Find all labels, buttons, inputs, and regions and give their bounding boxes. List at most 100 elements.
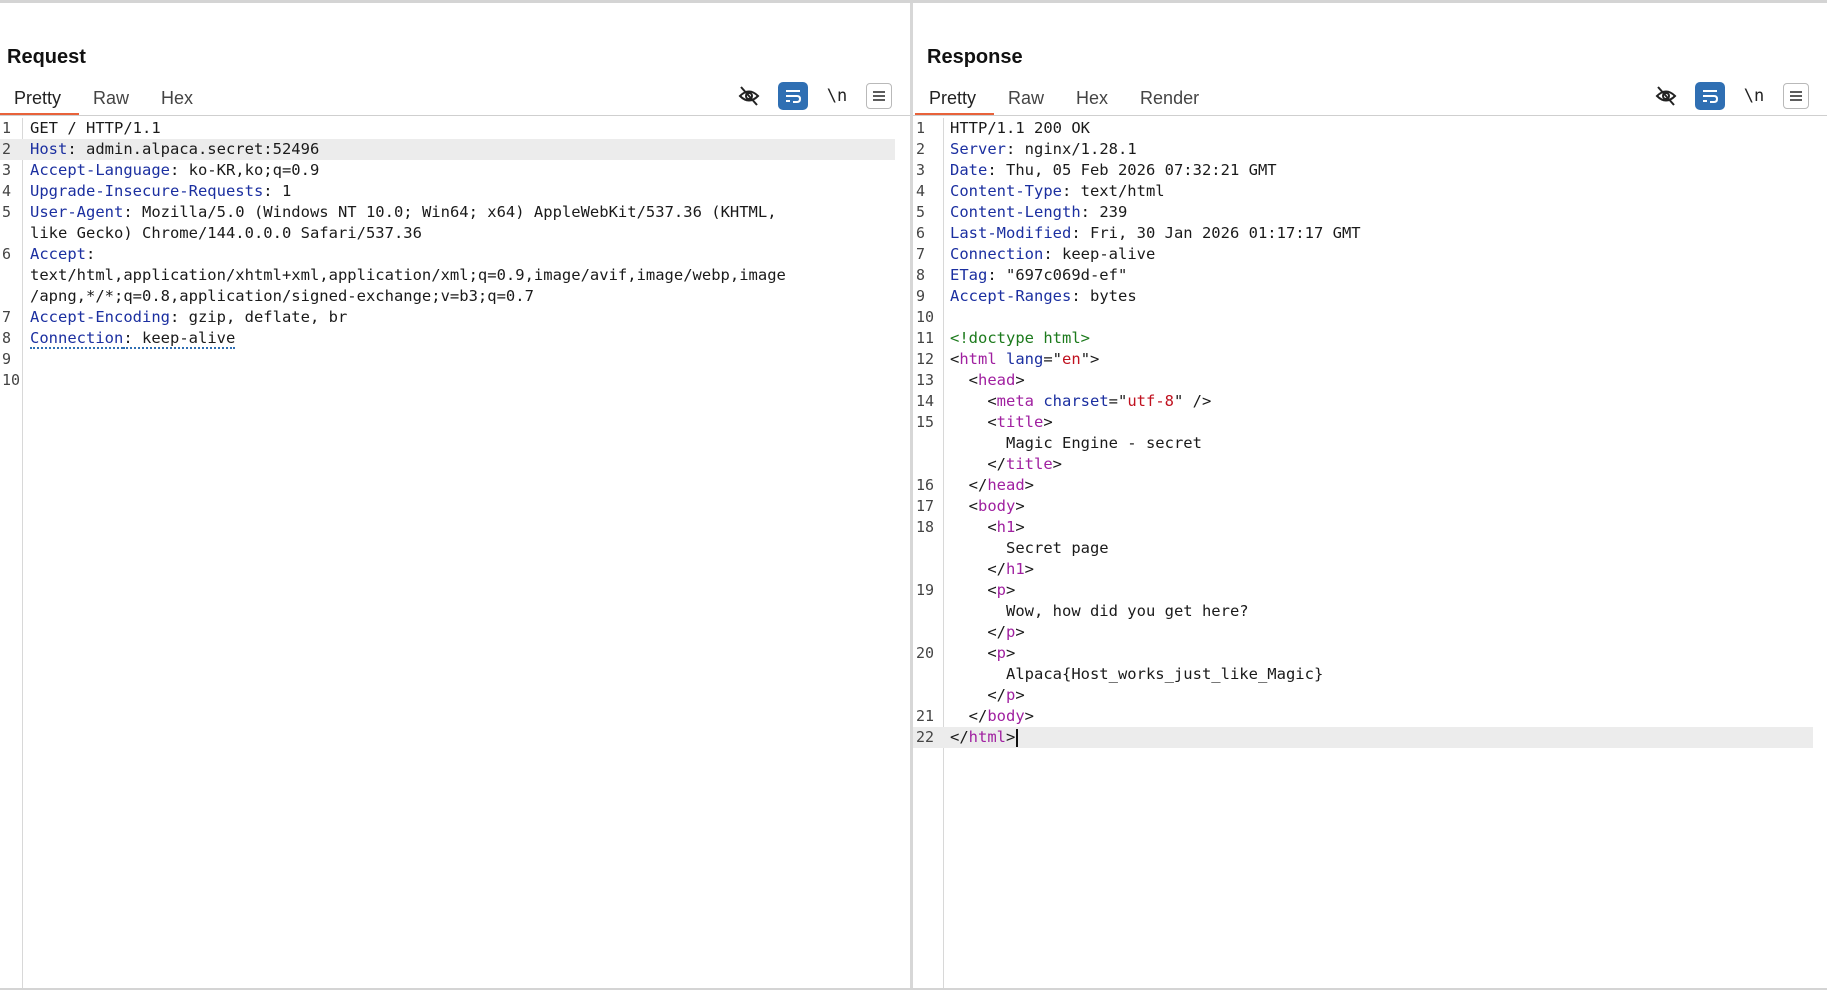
code-token: p	[1006, 686, 1016, 704]
code-token: </	[950, 686, 1006, 704]
code-token: Content-Type	[950, 182, 1062, 200]
line-number: 7	[916, 245, 926, 263]
line-number: 1	[2, 119, 12, 137]
response-tab-hex[interactable]: Hex	[1062, 83, 1126, 116]
code-line: 2 Server: nginx/1.28.1	[913, 139, 1827, 160]
code-token: : ko-KR,ko;q=0.9	[169, 161, 320, 179]
code-token: >	[1024, 707, 1034, 725]
code-line: 7 Connection: keep-alive	[913, 244, 1827, 265]
code-token: /apng,*/*;q=0.8,application/signed-excha…	[30, 287, 534, 305]
code-token: : bytes	[1071, 287, 1137, 305]
code-token: Accept-Encoding	[30, 308, 170, 326]
code-line: 2 Host: admin.alpaca.secret:52496	[0, 139, 895, 160]
response-tab-render[interactable]: Render	[1126, 83, 1217, 116]
code-token: >	[1015, 518, 1025, 536]
menu-icon[interactable]	[1783, 83, 1809, 109]
code-token: title	[1006, 455, 1053, 473]
line-number: 20	[916, 644, 935, 662]
line-number: 5	[916, 203, 926, 221]
word-wrap-icon[interactable]	[1695, 82, 1725, 110]
code-line: 15 <title>	[913, 412, 1827, 433]
code-token: : admin.alpaca.secret:52496	[67, 140, 320, 158]
code-token: Host	[30, 140, 68, 158]
code-line: Secret page	[913, 538, 1827, 559]
line-number: 21	[916, 707, 935, 725]
code-token: Accept-Language	[30, 161, 170, 179]
code-token: p	[1006, 623, 1016, 641]
response-title: Response	[927, 46, 1023, 68]
code-token: meta	[996, 392, 1034, 410]
code-line: 20 <p>	[913, 643, 1827, 664]
code-line: 8 ETag: "697c069d-ef"	[913, 265, 1827, 286]
code-line: text/html,application/xhtml+xml,applicat…	[0, 265, 911, 286]
code-token: html	[968, 728, 1006, 746]
code-line: 21 </body>	[913, 706, 1827, 727]
code-token: >	[1006, 581, 1016, 599]
code-token: >	[1015, 686, 1025, 704]
request-tab-hex[interactable]: Hex	[147, 83, 211, 116]
hide-eye-icon[interactable]	[1651, 82, 1681, 110]
line-number: 5	[2, 203, 12, 221]
code-line: 16 </head>	[913, 475, 1827, 496]
code-token: p	[996, 644, 1007, 662]
code-token: like Gecko) Chrome/144.0.0.0 Safari/537.…	[30, 224, 422, 242]
newline-toggle[interactable]: \n	[822, 82, 852, 110]
line-number: 8	[916, 266, 926, 284]
line-number: 8	[2, 329, 12, 347]
code-token: Server	[950, 140, 1006, 158]
line-number: 10	[2, 371, 21, 389]
code-token: h1	[996, 518, 1016, 536]
code-token: >	[1052, 455, 1063, 473]
request-tabs: Pretty Raw Hex	[0, 83, 211, 116]
code-token: <	[950, 371, 978, 389]
word-wrap-icon[interactable]	[778, 82, 808, 110]
code-token: Magic Engine - secret	[950, 434, 1202, 452]
code-token: >	[1015, 497, 1025, 515]
code-line: 3 Accept-Language: ko-KR,ko;q=0.9	[0, 160, 911, 181]
code-line: 9 Accept-Ranges: bytes	[913, 286, 1827, 307]
code-line: 12 <html lang="en">	[913, 349, 1827, 370]
request-tab-raw[interactable]: Raw	[79, 83, 147, 116]
code-line: 5 Content-Length: 239	[913, 202, 1827, 223]
code-token: : keep-alive	[1043, 245, 1156, 263]
request-editor[interactable]: 1 GET / HTTP/1.1 2 Host: admin.alpaca.secre…	[0, 118, 911, 988]
code-token: : 1	[263, 182, 292, 200]
code-token: <	[950, 413, 997, 431]
line-number: 14	[916, 392, 935, 410]
code-token: en	[1062, 350, 1081, 368]
code-token: >	[1015, 371, 1025, 389]
code-line: 6 Accept:	[0, 244, 911, 265]
code-line: 4 Upgrade-Insecure-Requests: 1	[0, 181, 911, 202]
code-token: <	[950, 644, 997, 662]
line-number: 3	[2, 161, 12, 179]
code-token: >	[1024, 476, 1034, 494]
code-line: 10	[0, 370, 911, 391]
line-number: 6	[916, 224, 926, 242]
code-token: Date	[950, 161, 988, 179]
code-line: 18 <h1>	[913, 517, 1827, 538]
request-tab-pretty[interactable]: Pretty	[0, 83, 80, 116]
code-token: ETag	[950, 266, 988, 284]
code-token: Last-Modified	[950, 224, 1072, 242]
code-line: Alpaca{Host_works_just_like_Magic}	[913, 664, 1827, 685]
newline-toggle[interactable]: \n	[1739, 82, 1769, 110]
line-number: 10	[916, 308, 935, 326]
code-token: </	[950, 623, 1006, 641]
code-line: like Gecko) Chrome/144.0.0.0 Safari/537.…	[0, 223, 911, 244]
request-lines: 1 GET / HTTP/1.1 2 Host: admin.alpaca.secre…	[0, 118, 911, 391]
code-token: : text/html	[1061, 182, 1165, 200]
hide-eye-icon[interactable]	[734, 82, 764, 110]
response-tab-pretty[interactable]: Pretty	[915, 83, 995, 116]
line-number: 15	[916, 413, 935, 431]
code-token: >	[1024, 560, 1035, 578]
code-line: Wow, how did you get here?	[913, 601, 1827, 622]
code-line: 9	[0, 349, 911, 370]
code-token: Accept-Ranges	[950, 287, 1072, 305]
code-token: Alpaca{Host_works_just_like_Magic}	[950, 665, 1324, 683]
response-editor[interactable]: 1 HTTP/1.1 200 OK 2 Server: nginx/1.28.1 3 Da…	[913, 118, 1827, 988]
menu-icon[interactable]	[866, 83, 892, 109]
code-token: ="	[1043, 350, 1063, 368]
code-token: </	[950, 707, 988, 725]
line-number: 11	[916, 329, 935, 347]
response-tab-raw[interactable]: Raw	[994, 83, 1062, 116]
